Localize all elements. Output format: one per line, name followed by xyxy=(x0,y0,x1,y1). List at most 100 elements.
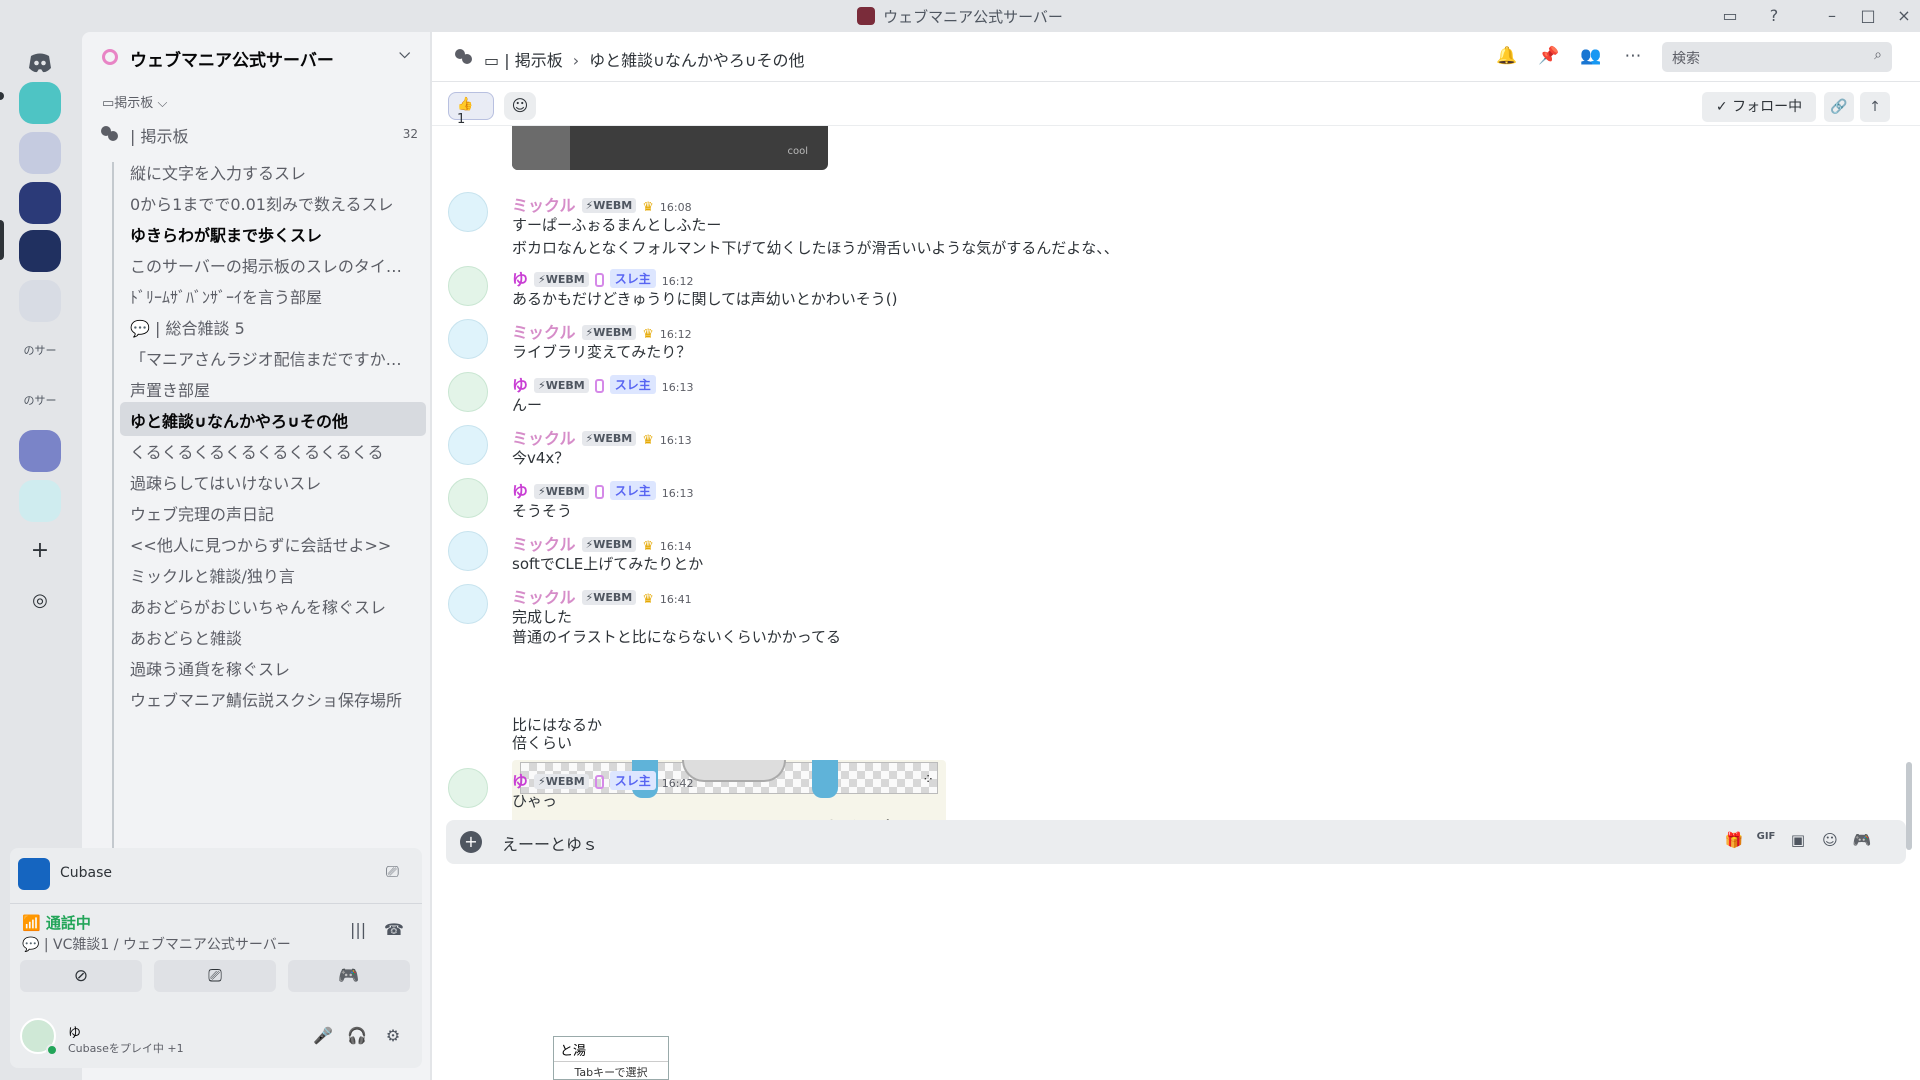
bell-icon[interactable]: 🔔 xyxy=(1496,46,1518,68)
add-server-icon[interactable]: + xyxy=(19,530,61,572)
author-name[interactable]: ゆ xyxy=(512,482,528,501)
gif-icon[interactable]: GIF xyxy=(1754,831,1778,853)
disconnect-icon[interactable]: ☎ xyxy=(384,920,406,942)
breadcrumb-forum[interactable]: | 掲示板 xyxy=(504,51,562,70)
thread-item[interactable]: ゆきらわが駅まで歩くスレ xyxy=(120,216,426,250)
ime-candidate[interactable]: と湯 xyxy=(560,1040,586,1059)
pin-icon[interactable]: 📌 xyxy=(1538,46,1560,68)
author-name[interactable]: ミックル xyxy=(512,535,576,554)
thread-item[interactable]: 声置き部屋 xyxy=(120,371,426,405)
server-icon-5[interactable] xyxy=(19,280,61,322)
avatar[interactable] xyxy=(448,584,488,624)
server-icon-1[interactable] xyxy=(19,82,61,124)
cubase-logo-icon xyxy=(18,858,50,890)
members-icon[interactable]: 👥 xyxy=(1580,46,1602,68)
gift-icon[interactable]: 🎁 xyxy=(1722,831,1746,853)
inbox-icon[interactable]: ▭ xyxy=(1716,4,1744,28)
server-icon-2[interactable] xyxy=(19,132,61,174)
thread-item[interactable]: あおどらと雑談 xyxy=(120,619,426,653)
server-icon-3[interactable] xyxy=(19,182,61,224)
thread-item[interactable]: 0から1までで0.01刻みで数えるスレ xyxy=(120,185,426,219)
avatar[interactable] xyxy=(448,425,488,465)
thread-item[interactable]: ﾄﾞﾘｰﾑｻﾞﾊﾞﾝｻﾞｰｲを言う部屋 xyxy=(120,278,426,312)
composer-input[interactable]: えーーとゆｓ xyxy=(502,831,598,855)
thread-item[interactable]: 縦に文字を入力するスレ xyxy=(120,154,426,188)
explore-icon[interactable]: ◎ xyxy=(19,580,61,622)
arrow-up-icon[interactable]: ↑ xyxy=(1860,92,1890,122)
follow-button[interactable]: ✓ フォロー中 xyxy=(1702,92,1816,122)
chat-scrollbar[interactable] xyxy=(1906,762,1912,850)
author-name[interactable]: ミックル xyxy=(512,429,576,448)
maximize-button[interactable]: □ xyxy=(1854,4,1882,28)
server-header[interactable]: ウェブマニア公式サーバー ⌵ xyxy=(82,32,430,82)
boost-gem-icon xyxy=(594,379,604,393)
author-name[interactable]: ゆ xyxy=(512,270,528,289)
author-name[interactable]: ゆ xyxy=(512,376,528,395)
author-name[interactable]: ミックル xyxy=(512,588,576,607)
screen-share-button[interactable]: ⎚ xyxy=(154,960,276,992)
server-icon-9[interactable] xyxy=(19,480,61,522)
close-button[interactable]: × xyxy=(1890,4,1918,28)
thread-item[interactable]: くるくるくるくるくるくるくるくる xyxy=(120,433,426,467)
forum-count: 32 xyxy=(402,127,418,141)
thread-item[interactable]: ウェブマニア鯖伝説スクショ保存場所 xyxy=(120,681,426,715)
apps-icon[interactable]: 🎮 xyxy=(1850,831,1874,853)
message-composer[interactable]: + えーーとゆｓ 🎁 GIF ▣ ☺ 🎮 xyxy=(446,820,1906,864)
username[interactable]: ゆ xyxy=(68,1022,81,1041)
more-options-icon[interactable]: ⋯ xyxy=(1622,46,1644,68)
author-name[interactable]: ゆ xyxy=(512,772,528,791)
ime-candidate-window[interactable]: と湯 Tabキーで選択 xyxy=(553,1036,669,1080)
activities-button[interactable]: 🎮 xyxy=(288,960,410,992)
thread-item[interactable]: このサーバーの掲示板のスレのタイ… xyxy=(120,247,426,281)
author-name[interactable]: ミックル xyxy=(512,323,576,342)
headphones-icon[interactable]: 🎧 xyxy=(346,1026,368,1048)
server-icon-4[interactable] xyxy=(19,230,61,272)
avatar[interactable] xyxy=(448,192,488,232)
search-input[interactable]: 検索 ⌕ xyxy=(1662,42,1892,72)
noise-suppression-icon[interactable]: ||| xyxy=(350,920,372,942)
avatar[interactable] xyxy=(448,768,488,808)
help-icon[interactable]: ? xyxy=(1760,4,1788,28)
add-reaction-icon[interactable]: ☺ xyxy=(504,92,536,120)
microphone-icon[interactable]: 🎤 xyxy=(312,1026,334,1048)
voice-status[interactable]: 📶 通話中 xyxy=(22,912,91,933)
thread-item[interactable]: 💬 | 総合雑談 5 xyxy=(120,309,426,343)
image-attachment-previous[interactable]: cool xyxy=(512,126,828,170)
timestamp: 16:14 xyxy=(659,540,692,553)
thread-item[interactable]: 「マニアさんラジオ配信まだですか… xyxy=(120,340,426,374)
screen-share-icon[interactable]: ⎚ xyxy=(386,862,408,884)
avatar[interactable] xyxy=(448,478,488,518)
thread-item[interactable]: 過疎らしてはいけないスレ xyxy=(120,464,426,498)
emoji-icon[interactable]: ☺ xyxy=(1818,831,1842,853)
minimize-button[interactable]: – xyxy=(1818,4,1846,28)
timestamp: 16:12 xyxy=(659,328,692,341)
timestamp: 16:13 xyxy=(661,487,694,500)
settings-gear-icon[interactable]: ⚙ xyxy=(382,1026,404,1048)
camera-off-button[interactable]: ⊘ xyxy=(20,960,142,992)
thread-item-selected[interactable]: ゆと雑談∪なんかやろ∪その他 xyxy=(120,402,426,436)
sticker-icon[interactable]: ▣ xyxy=(1786,831,1810,853)
forum-channel[interactable]: | 掲示板 32 xyxy=(98,120,418,150)
thread-item[interactable]: 過疎う通貨を稼ぐスレ xyxy=(120,650,426,684)
add-attachment-icon[interactable]: + xyxy=(460,831,482,853)
link-icon[interactable]: 🔗 xyxy=(1824,92,1854,122)
avatar[interactable] xyxy=(448,372,488,412)
image-options-icon[interactable]: ⁘ xyxy=(922,772,934,788)
server-icon-8[interactable] xyxy=(19,430,61,472)
forum-mini-icon: ▭ xyxy=(102,96,115,111)
thread-item[interactable]: ミックルと雑談/独り言 xyxy=(120,557,426,591)
category-label[interactable]: ▭掲示板 ⌵ xyxy=(102,92,167,111)
thread-item[interactable]: <<他人に見つからずに会話せよ>> xyxy=(120,526,426,560)
thread-item[interactable]: ウェブ完理の声日記 xyxy=(120,495,426,529)
voice-channel[interactable]: 💬 | VC雑談1 / ウェブマニア公式サーバー xyxy=(22,934,291,954)
avatar[interactable] xyxy=(448,531,488,571)
thread-item[interactable]: あおどらがおじいちゃんを稼ぐスレ xyxy=(120,588,426,622)
server-icon-7[interactable]: のサーバ xyxy=(19,380,61,449)
reaction-thumbs-up[interactable]: 👍 1 xyxy=(448,92,494,127)
chevron-down-icon[interactable]: ⌵ xyxy=(399,46,410,62)
discord-home-icon[interactable] xyxy=(19,42,61,84)
author-name[interactable]: ミックル xyxy=(512,196,576,215)
avatar[interactable] xyxy=(448,266,488,306)
server-icon-6[interactable]: のサーバ xyxy=(19,330,61,399)
avatar[interactable] xyxy=(448,319,488,359)
